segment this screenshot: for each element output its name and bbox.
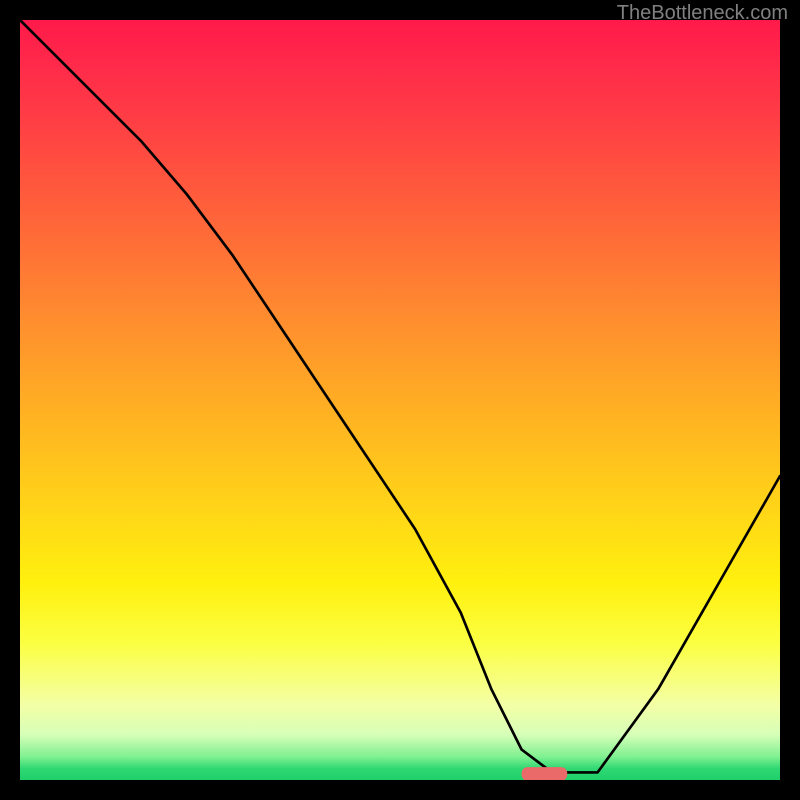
plot-area (20, 20, 780, 780)
chart-svg (20, 20, 780, 780)
bottleneck-curve (20, 20, 780, 772)
chart-frame: TheBottleneck.com (0, 0, 800, 800)
watermark-text: TheBottleneck.com (617, 2, 788, 25)
optimal-marker (522, 767, 568, 780)
